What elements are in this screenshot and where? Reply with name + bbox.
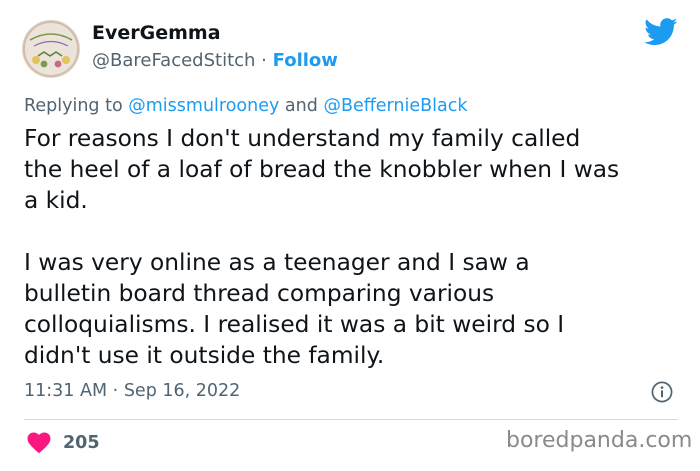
avatar[interactable]	[22, 20, 80, 78]
watermark: boredpanda.com	[506, 428, 693, 453]
reply-joiner: and	[284, 96, 318, 116]
reply-context: Replying to @missmulrooney and @Befferni…	[24, 96, 468, 116]
tweet-line: I was very online as a teenager and I sa…	[24, 249, 530, 276]
twitter-bird-icon[interactable]	[644, 18, 678, 46]
tweet-timestamp[interactable]: 11:31 AM · Sep 16, 2022	[24, 381, 240, 401]
tweet-line: the heel of a loaf of bread the knobbler…	[24, 156, 620, 183]
embroidery-hoop-icon	[23, 21, 79, 77]
handle-separator: ·	[261, 50, 267, 71]
mention-link[interactable]: @missmulrooney	[128, 96, 279, 116]
timestamp-separator: ·	[112, 381, 119, 401]
author-name[interactable]: EverGemma	[92, 22, 221, 44]
tweet-line: a kid.	[24, 187, 88, 214]
tweet-date: Sep 16, 2022	[123, 381, 241, 401]
mention-link[interactable]: @BeffernieBlack	[323, 96, 467, 116]
divider	[24, 419, 678, 420]
like-count[interactable]: 205	[63, 433, 100, 453]
info-icon[interactable]	[651, 381, 673, 403]
author-handle[interactable]: @BareFacedStitch	[92, 50, 255, 71]
heart-icon[interactable]	[27, 432, 51, 454]
reply-prefix: Replying to	[24, 96, 123, 116]
tweet-text: For reasons I don't understand my family…	[24, 123, 684, 371]
follow-button[interactable]: Follow	[273, 50, 338, 71]
tweet-line: For reasons I don't understand my family…	[24, 125, 581, 152]
author-handle-row: @BareFacedStitch · Follow	[92, 50, 338, 71]
tweet-line: bulletin board thread comparing various	[24, 280, 495, 307]
tweet-line: colloquialisms. I realised it was a bit …	[24, 311, 565, 338]
tweet-time: 11:31 AM	[24, 381, 108, 401]
tweet-line: didn't use it outside the family.	[24, 342, 385, 369]
